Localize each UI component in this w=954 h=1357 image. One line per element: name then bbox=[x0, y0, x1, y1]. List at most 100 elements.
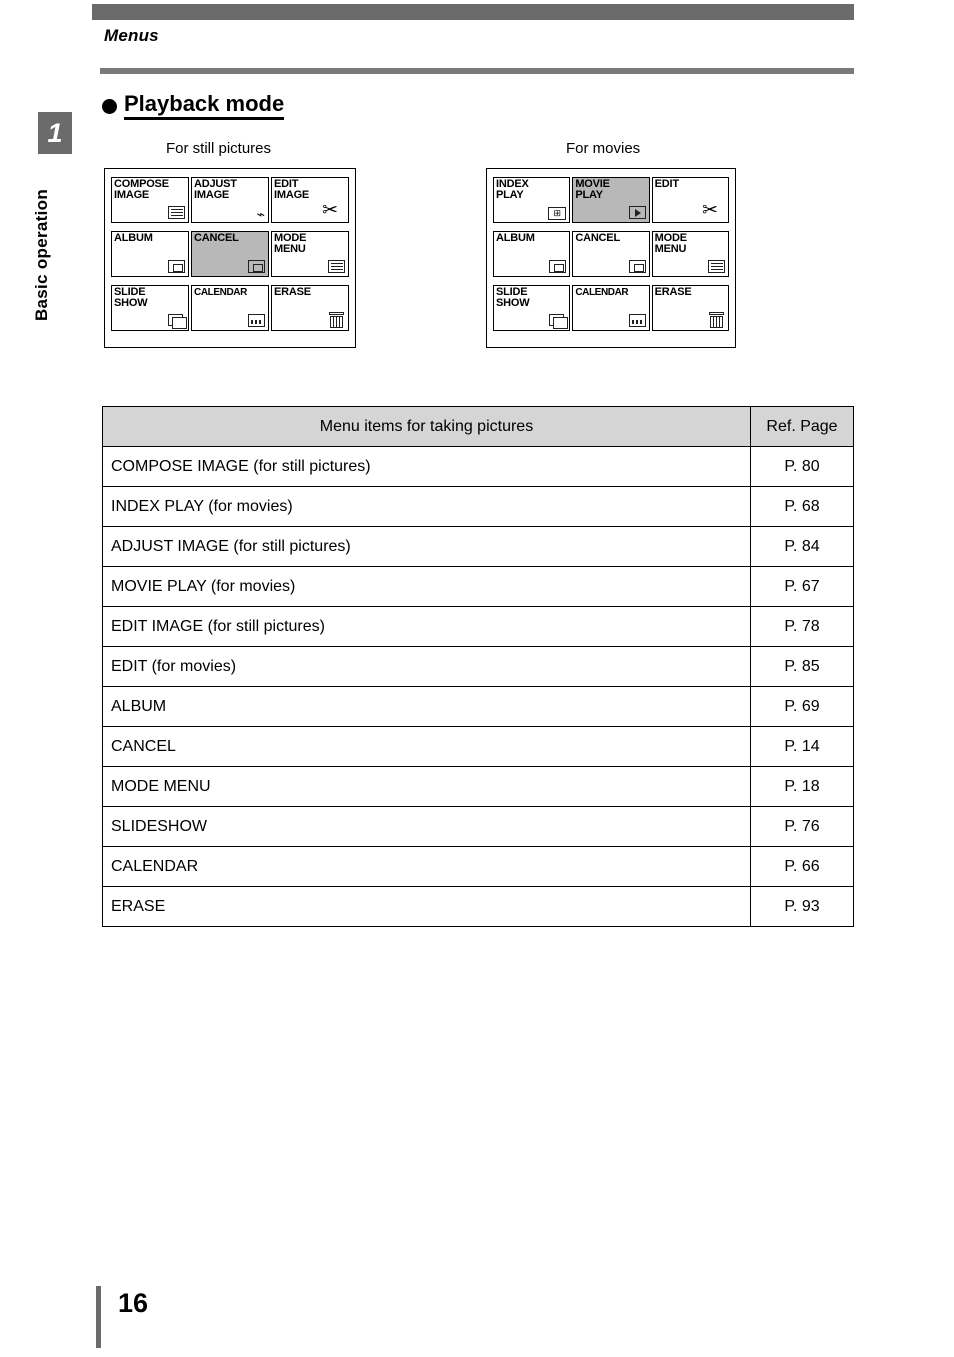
header-bar bbox=[92, 4, 854, 20]
section-heading: Playback mode bbox=[102, 91, 285, 121]
cell-menu-item: ERASE bbox=[102, 886, 751, 927]
album-icon bbox=[168, 260, 185, 273]
cell-ref-page: P. 68 bbox=[750, 486, 854, 527]
table-row: CANCEL P. 14 bbox=[102, 726, 854, 767]
cell-menu-item: ADJUST IMAGE (for still pictures) bbox=[102, 526, 751, 567]
scissors-icon: ✂ bbox=[322, 200, 338, 221]
menu-cell-erase[interactable]: ERASE bbox=[271, 285, 349, 331]
menu-cell-label: ALBUM bbox=[496, 232, 535, 244]
table-row: MODE MENU P. 18 bbox=[102, 766, 854, 807]
column-header-menu-items: Menu items for taking pictures bbox=[102, 406, 751, 447]
header-divider bbox=[100, 68, 854, 74]
album-icon bbox=[549, 260, 567, 273]
table-row: ALBUM P. 69 bbox=[102, 686, 854, 727]
cell-ref-page: P. 76 bbox=[750, 806, 854, 847]
footer-rule bbox=[96, 1286, 101, 1348]
cell-menu-item: EDIT IMAGE (for still pictures) bbox=[102, 606, 751, 647]
menu-cell-label: SLIDE SHOW bbox=[114, 286, 148, 309]
menu-cell-movie-play[interactable]: MOVIE PLAY bbox=[572, 177, 650, 223]
lcd-panel-movies: INDEX PLAY ⊞ MOVIE PLAY EDIT ✂ ALBUM CAN… bbox=[486, 168, 736, 348]
menu-cell-album[interactable]: ALBUM bbox=[111, 231, 189, 277]
section-title: Playback mode bbox=[124, 91, 285, 121]
trash-icon bbox=[329, 312, 344, 328]
menu-cell-compose-image[interactable]: COMPOSE IMAGE bbox=[111, 177, 189, 223]
menu-cell-index-play[interactable]: INDEX PLAY ⊞ bbox=[493, 177, 571, 223]
menu-cell-label: ERASE bbox=[274, 286, 311, 298]
cell-ref-page: P. 14 bbox=[750, 726, 854, 767]
cell-ref-page: P. 78 bbox=[750, 606, 854, 647]
menu-cell-slideshow[interactable]: SLIDE SHOW bbox=[493, 285, 571, 331]
figure-caption-still: For still pictures bbox=[166, 140, 272, 157]
cell-menu-item: COMPOSE IMAGE (for still pictures) bbox=[102, 446, 751, 487]
menu-cell-edit[interactable]: EDIT ✂ bbox=[651, 177, 729, 223]
cell-menu-item: CANCEL bbox=[102, 726, 751, 767]
movie-play-icon bbox=[628, 206, 646, 219]
calendar-icon bbox=[628, 314, 646, 327]
cancel-icon bbox=[248, 260, 265, 273]
table-row: MOVIE PLAY (for movies) P. 67 bbox=[102, 566, 854, 607]
cell-ref-page: P. 69 bbox=[750, 686, 854, 727]
menu-cell-adjust-image[interactable]: ADJUST IMAGE ⌁ bbox=[191, 177, 269, 223]
menu-cell-calendar[interactable]: CALENDAR bbox=[572, 285, 650, 331]
slideshow-icon bbox=[549, 314, 569, 329]
menu-cell-cancel[interactable]: CANCEL bbox=[572, 231, 650, 277]
calendar-icon bbox=[248, 314, 265, 327]
scissors-icon: ✂ bbox=[702, 200, 718, 221]
menu-cell-label: COMPOSE IMAGE bbox=[114, 178, 169, 201]
menu-cell-label: SLIDE SHOW bbox=[496, 286, 530, 309]
chapter-number: 1 bbox=[47, 117, 63, 148]
table-row: ERASE P. 93 bbox=[102, 886, 854, 927]
cell-menu-item: SLIDESHOW bbox=[102, 806, 751, 847]
table-row: EDIT IMAGE (for still pictures) P. 78 bbox=[102, 606, 854, 647]
menu-cell-label: MOVIE PLAY bbox=[575, 178, 610, 201]
cell-ref-page: P. 67 bbox=[750, 566, 854, 607]
menu-cell-erase[interactable]: ERASE bbox=[651, 285, 729, 331]
menu-cell-label: EDIT IMAGE bbox=[274, 178, 310, 201]
table-row: ADJUST IMAGE (for still pictures) P. 84 bbox=[102, 526, 854, 567]
menu-lines-icon bbox=[708, 260, 725, 273]
menu-cell-label: EDIT bbox=[654, 178, 679, 190]
menu-cell-label: ALBUM bbox=[114, 232, 153, 244]
menu-cell-label: MODE MENU bbox=[274, 232, 307, 255]
menu-cell-calendar[interactable]: CALENDAR bbox=[191, 285, 269, 331]
cancel-icon bbox=[628, 260, 646, 273]
menu-cell-label: INDEX PLAY bbox=[496, 178, 529, 201]
table-row: CALENDAR P. 66 bbox=[102, 846, 854, 887]
table-row: EDIT (for movies) P. 85 bbox=[102, 646, 854, 687]
menu-cell-label: CALENDAR bbox=[194, 287, 247, 298]
cell-menu-item: MOVIE PLAY (for movies) bbox=[102, 566, 751, 607]
cell-menu-item: MODE MENU bbox=[102, 766, 751, 807]
cell-ref-page: P. 18 bbox=[750, 766, 854, 807]
table-row: COMPOSE IMAGE (for still pictures) P. 80 bbox=[102, 446, 854, 487]
menu-cell-label: ERASE bbox=[654, 286, 692, 298]
menu-cell-edit-image[interactable]: EDIT IMAGE ✂ bbox=[271, 177, 349, 223]
cell-ref-page: P. 80 bbox=[750, 446, 854, 487]
grid-icon bbox=[168, 206, 185, 219]
table-header-row: Menu items for taking pictures Ref. Page bbox=[102, 406, 854, 447]
cell-menu-item: CALENDAR bbox=[102, 846, 751, 887]
lcd-panel-still-pictures: COMPOSE IMAGE ADJUST IMAGE ⌁ EDIT IMAGE … bbox=[104, 168, 356, 348]
menu-cell-album[interactable]: ALBUM bbox=[493, 231, 571, 277]
cell-menu-item: ALBUM bbox=[102, 686, 751, 727]
menu-cell-slideshow[interactable]: SLIDE SHOW bbox=[111, 285, 189, 331]
figure-caption-movies: For movies bbox=[566, 140, 641, 157]
sliders-icon: ⌁ bbox=[256, 206, 265, 222]
chapter-label: Basic operation bbox=[32, 188, 51, 322]
menu-cell-label: CANCEL bbox=[194, 232, 239, 244]
bullet-icon bbox=[102, 98, 117, 114]
menu-cell-mode-menu[interactable]: MODE MENU bbox=[651, 231, 729, 277]
menu-cell-label: CALENDAR bbox=[575, 287, 629, 298]
cell-ref-page: P. 66 bbox=[750, 846, 854, 887]
menu-cell-label: CANCEL bbox=[575, 232, 620, 244]
slideshow-icon bbox=[168, 314, 187, 329]
menu-cell-label: MODE MENU bbox=[654, 232, 687, 255]
menu-cell-mode-menu[interactable]: MODE MENU bbox=[271, 231, 349, 277]
index-play-icon: ⊞ bbox=[548, 207, 567, 220]
trash-icon bbox=[709, 312, 724, 328]
menu-items-table: Menu items for taking pictures Ref. Page… bbox=[102, 406, 854, 927]
menu-cell-cancel[interactable]: CANCEL bbox=[191, 231, 269, 277]
page-number: 16 bbox=[118, 1288, 149, 1318]
chapter-number-tab: 1 bbox=[38, 112, 72, 154]
table-row: SLIDESHOW P. 76 bbox=[102, 806, 854, 847]
table-row: INDEX PLAY (for movies) P. 68 bbox=[102, 486, 854, 527]
